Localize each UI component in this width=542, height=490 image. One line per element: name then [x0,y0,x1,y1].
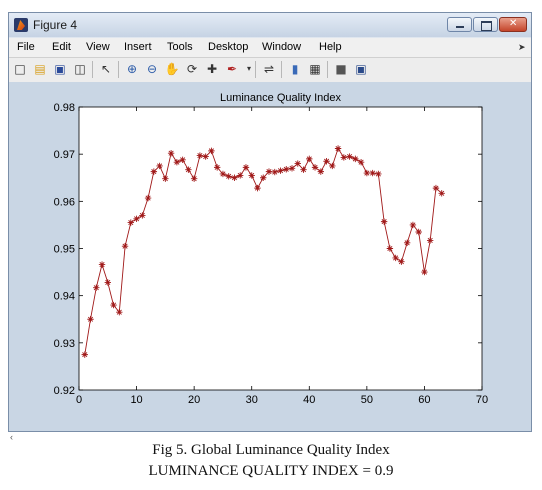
y-tick-label: 0.92 [54,385,75,397]
colorbar-icon[interactable]: ▮ [287,61,303,77]
data-point [202,153,209,160]
y-tick-label: 0.97 [54,149,75,161]
data-point [248,172,255,179]
y-tick-label: 0.96 [54,196,75,208]
chart-svg: Luminance Quality Index 0 10 20 30 40 50 60 70 0… [54,92,489,406]
show-plot-tools-icon[interactable]: ▣ [353,61,369,77]
title-bar[interactable]: Figure 4 [9,13,531,37]
menu-insert[interactable]: Insert [124,41,152,53]
data-point [179,156,186,164]
y-tick-label: 0.94 [54,291,75,303]
toolbar-separator [118,61,119,78]
zoom-in-icon[interactable]: ⊕ [124,61,140,77]
figure-canvas: Luminance Quality Index 0 10 20 30 40 50 60 70 0… [9,82,531,431]
x-tick-label: 0 [76,394,82,406]
x-tick-label: 60 [418,394,430,406]
maximize-button[interactable] [473,17,498,32]
pan-hand-icon[interactable]: ✋ [164,61,180,77]
menu-edit[interactable]: Edit [52,41,71,53]
brush-icon[interactable]: ✒ [224,61,240,77]
menu-help[interactable]: Help [319,41,342,53]
new-figure-icon[interactable]: □ [12,61,28,77]
rotate-3d-icon[interactable]: ⟳ [184,61,200,77]
data-point [438,190,445,197]
menu-view[interactable]: View [86,41,110,53]
axes-background [78,106,483,391]
menu-file[interactable]: File [17,41,35,53]
data-point [403,239,411,247]
data-point [190,175,198,182]
link-plot-icon[interactable]: ⇌ [261,61,277,77]
data-point [323,158,330,165]
edge-mark: ‹ [10,432,13,442]
toolbar: □ ▤ ▣ ◫ ↖ ⊕ ⊖ ✋ ⟳ ✚ ✒ ▾ ⇌ ▮ ▦ ■ ▣ [9,57,531,83]
x-tick-label: 50 [361,394,373,406]
data-point [306,155,313,163]
menu-overflow-arrow-icon[interactable]: ➤ [518,42,526,53]
close-button[interactable] [499,17,527,32]
x-tick-label: 30 [246,394,258,406]
data-point [415,228,422,236]
data-point [409,221,417,229]
y-tick-label: 0.95 [54,244,75,256]
menu-window[interactable]: Window [262,41,301,53]
x-tick-label: 20 [188,394,200,406]
data-cursor-icon[interactable]: ✚ [204,61,220,77]
chart-title: Luminance Quality Index [220,92,342,104]
matlab-logo-icon [14,18,28,32]
data-point [357,158,365,166]
hide-plot-tools-icon[interactable]: ■ [333,61,349,77]
toolbar-separator [281,61,282,78]
luminance-index-caption: LUMINANCE QUALITY INDEX = 0.9 [148,463,394,479]
data-point [352,155,359,163]
data-point [162,175,169,182]
y-tick-label: 0.93 [54,338,75,350]
toolbar-separator [92,61,93,78]
data-point [231,174,238,181]
open-file-icon[interactable]: ▤ [32,61,48,77]
toolbar-separator [255,61,256,78]
menu-tools[interactable]: Tools [167,41,193,53]
save-icon[interactable]: ▣ [52,61,68,77]
toolbar-separator [327,61,328,78]
data-point [346,153,353,160]
pointer-icon[interactable]: ↖ [98,61,114,77]
zoom-out-icon[interactable]: ⊖ [144,61,160,77]
legend-icon[interactable]: ▦ [307,61,323,77]
y-tick-label: 0.98 [54,102,75,114]
data-point [173,158,181,166]
x-tick-label: 40 [303,394,315,406]
menu-desktop[interactable]: Desktop [208,41,248,53]
x-tick-label: 10 [130,394,142,406]
menu-bar: File Edit View Insert Tools Desktop Wind… [9,37,531,58]
x-tick-label: 70 [476,394,488,406]
window-title: Figure 4 [33,18,78,32]
print-icon[interactable]: ◫ [72,61,88,77]
figure-caption: Fig 5. Global Luminance Quality Index [152,442,390,458]
data-point [426,237,434,244]
figure-window: Figure 4 File Edit View Insert Tools Des… [8,12,532,432]
minimize-button[interactable] [447,17,472,32]
data-point [98,261,106,268]
data-point [167,150,175,157]
